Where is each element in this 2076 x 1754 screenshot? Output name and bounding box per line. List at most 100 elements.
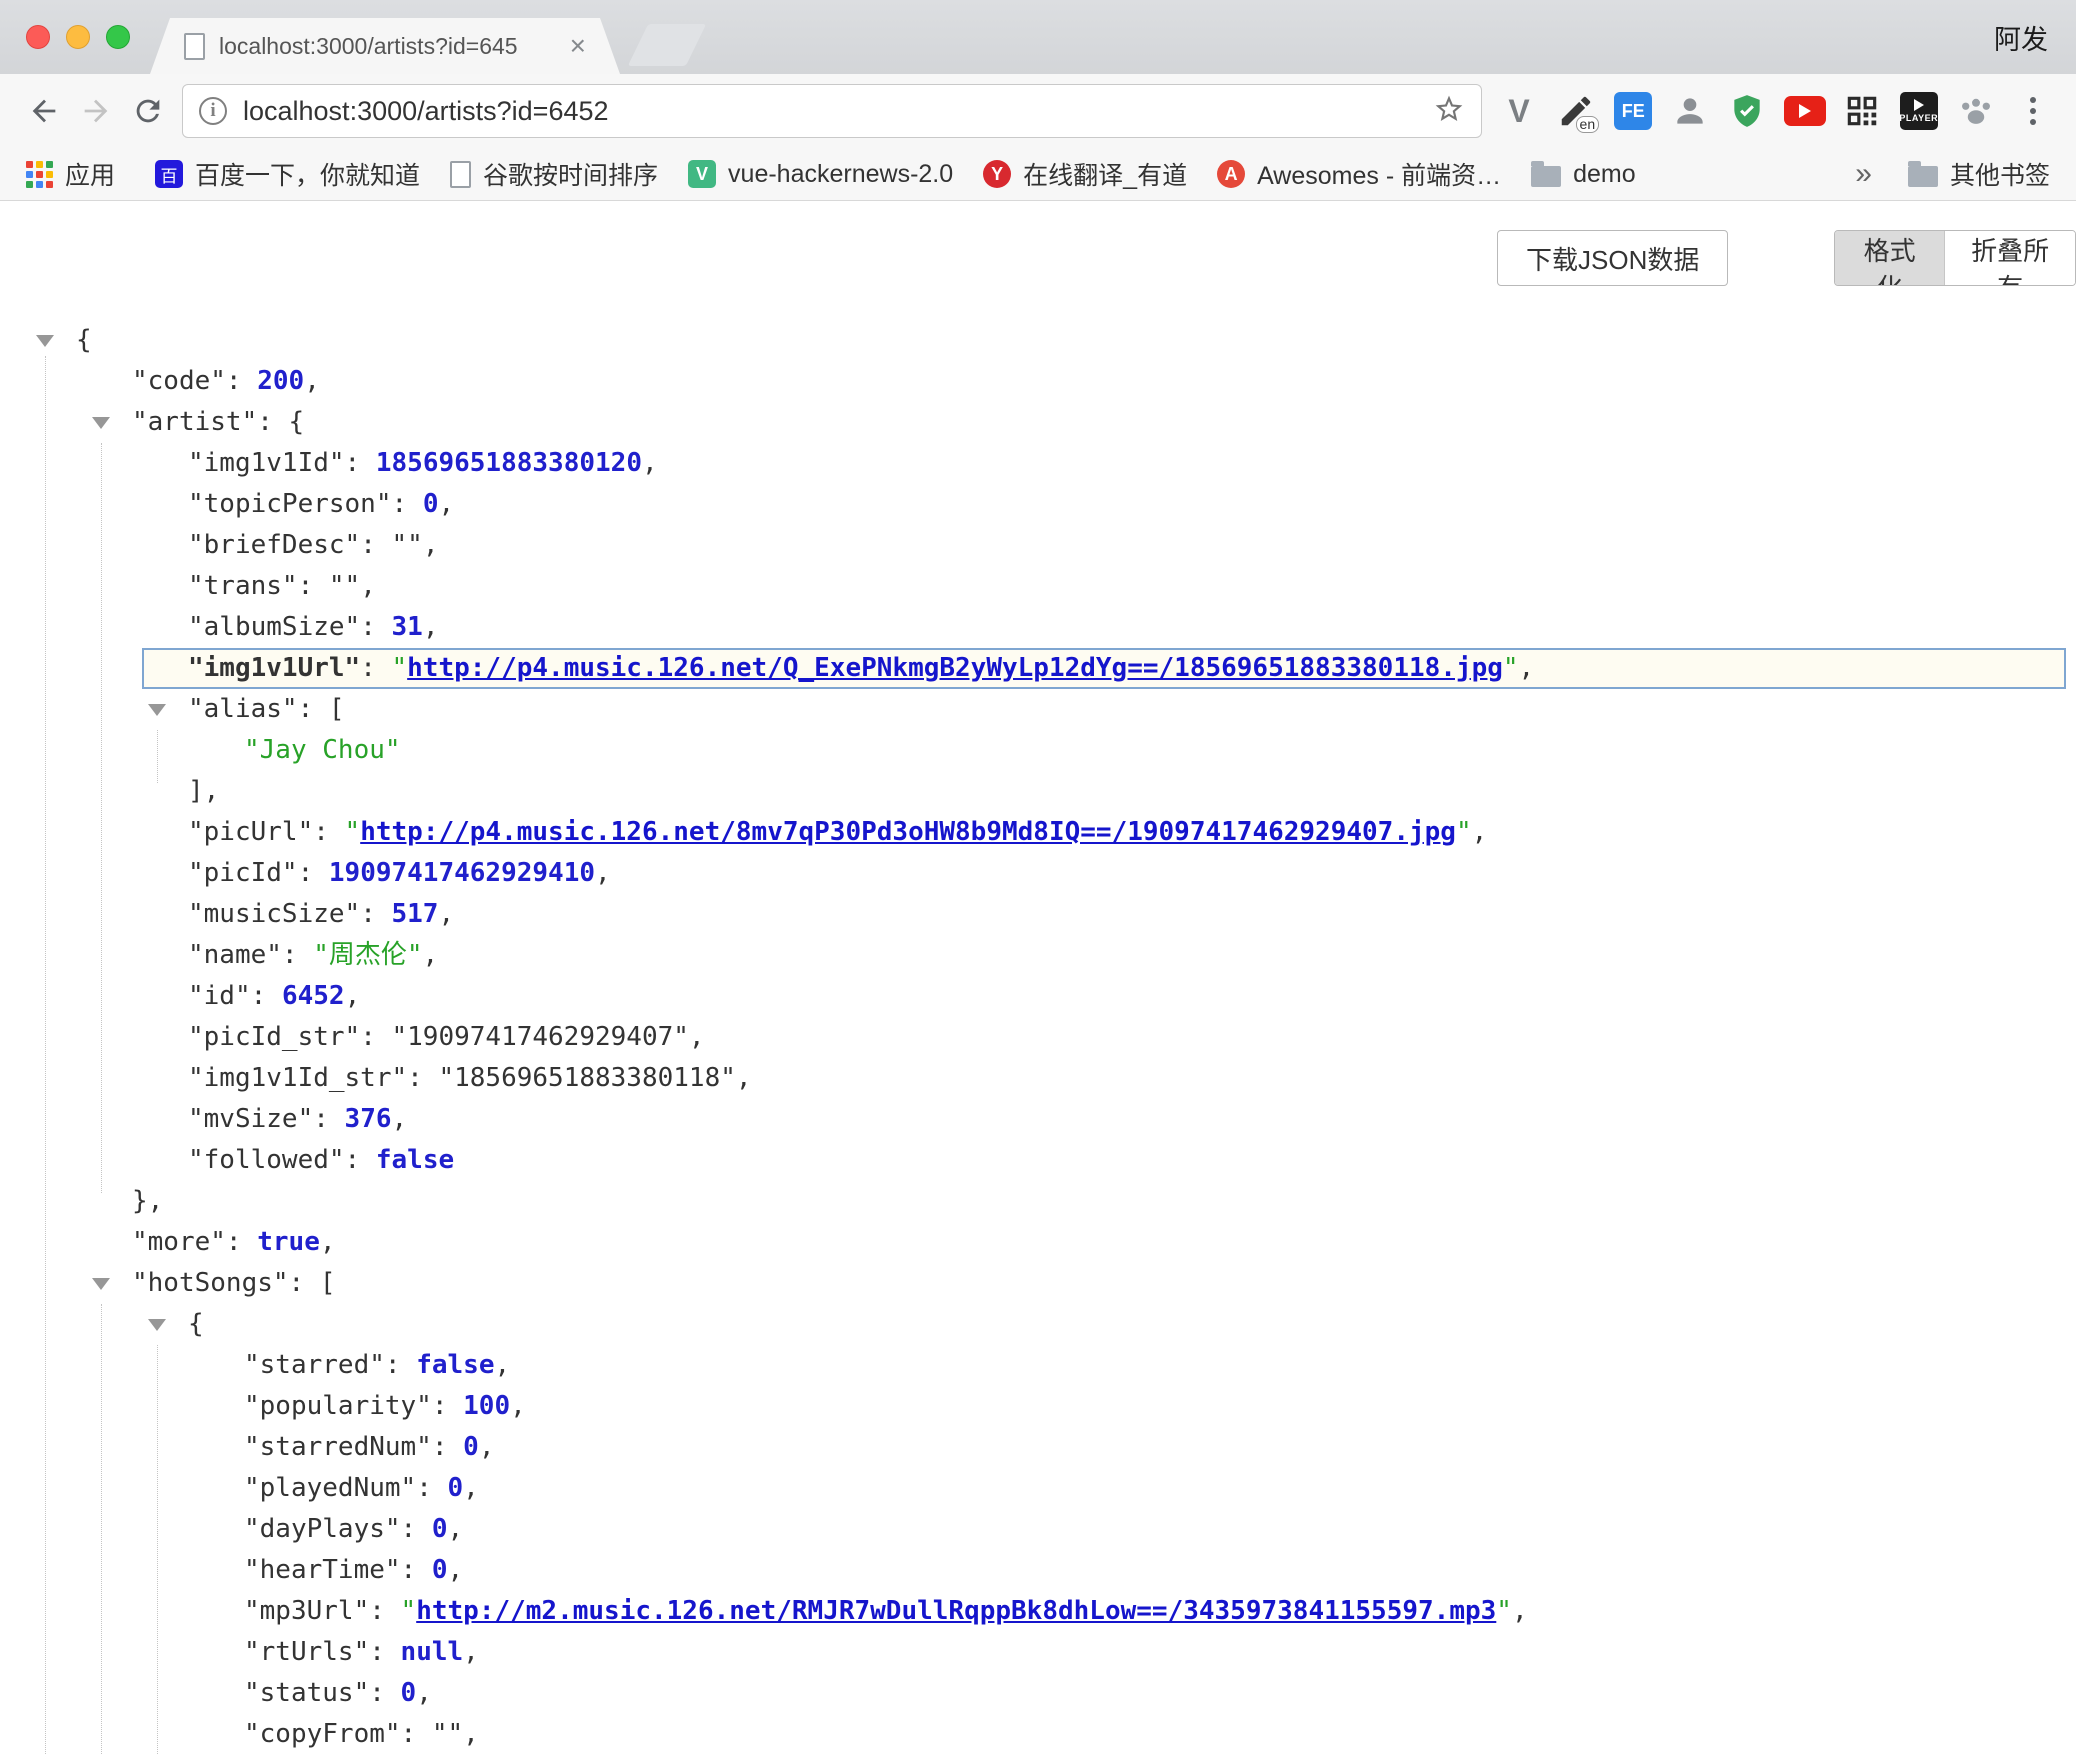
collapse-toggle-icon[interactable]: [36, 335, 54, 347]
indent-guide: [101, 443, 102, 1193]
json-url-link[interactable]: http://p4.music.126.net/8mv7qP30Pd3oHW8b…: [360, 817, 1456, 847]
collapse-toggle-icon[interactable]: [92, 417, 110, 429]
profile-person-extension-icon[interactable]: [1665, 85, 1715, 137]
download-json-button[interactable]: 下载JSON数据: [1497, 230, 1728, 286]
json-line: "popularity": 100,: [0, 1386, 2076, 1427]
collapse-toggle-icon[interactable]: [148, 1319, 166, 1331]
json-token-number: 200: [257, 366, 304, 396]
json-line: "rtUrls": null,: [0, 1632, 2076, 1673]
json-token-punct: ,: [360, 571, 376, 601]
json-url-link[interactable]: http://m2.music.126.net/RMJR7wDullRqppBk…: [416, 1596, 1496, 1626]
awesomes-favicon: A: [1217, 160, 1245, 188]
youtube-play-icon: [1784, 96, 1826, 126]
json-token-punct: ,: [1512, 1596, 1528, 1626]
bookmark-label: Awesomes - 前端资…: [1257, 156, 1501, 192]
bookmarks-overflow-icon[interactable]: »: [1855, 157, 1872, 191]
json-token-punct: ,: [463, 1719, 479, 1749]
json-token-literal: false: [376, 1145, 454, 1175]
json-token-punct: ,: [689, 1022, 705, 1052]
json-token-key: "id": [188, 981, 251, 1011]
json-token-punct: :: [369, 1596, 400, 1626]
close-window-button[interactable]: [26, 25, 50, 49]
translate-badge: en: [1576, 116, 1600, 133]
json-line: "mp3Url": "http://m2.music.126.net/RMJR7…: [0, 1591, 2076, 1632]
json-line: "alias": [: [0, 689, 2076, 730]
fe-extension-icon[interactable]: FE: [1608, 85, 1658, 137]
vimium-extension-icon[interactable]: V: [1494, 85, 1544, 137]
json-token-number: 18569651883380120: [376, 448, 642, 478]
bookmark-label: 百度一下，你就知道: [195, 156, 420, 192]
fe-glyph: FE: [1614, 92, 1652, 130]
bookmark-label: demo: [1573, 160, 1636, 189]
json-line: "picUrl": "http://p4.music.126.net/8mv7q…: [0, 812, 2076, 853]
json-token-punct: :: [298, 694, 329, 724]
json-token-key: "hearTime": [244, 1555, 401, 1585]
json-token-key: "starredNum": [244, 1432, 432, 1462]
reload-button[interactable]: [122, 85, 174, 137]
bookmark-item[interactable]: 谷歌按时间排序: [450, 156, 658, 192]
json-line: "albumSize": 31,: [0, 607, 2076, 648]
json-token-punct: ,: [392, 1104, 408, 1134]
json-token-number: 0: [448, 1473, 464, 1503]
json-token-punct: },: [132, 1186, 163, 1216]
collapse-toggle-icon[interactable]: [148, 704, 166, 716]
bookmark-item[interactable]: A Awesomes - 前端资…: [1217, 156, 1501, 192]
view-mode-group: 格式化 折叠所有: [1834, 230, 2076, 286]
bookmark-item[interactable]: Vvue-hackernews-2.0: [688, 160, 953, 189]
json-token-punct: ,: [423, 612, 439, 642]
json-token-punct: :: [401, 1514, 432, 1544]
other-bookmarks-folder[interactable]: 其他书签: [1908, 156, 2050, 192]
json-line: {: [0, 1304, 2076, 1345]
json-url-link[interactable]: http://p4.music.126.net/Q_ExePNkmgB2yWyL…: [407, 653, 1503, 683]
json-token-key: "topicPerson": [188, 489, 392, 519]
json-line: "hearTime": 0,: [0, 1550, 2076, 1591]
page-favicon: [450, 161, 471, 188]
json-token-punct: ,: [423, 940, 439, 970]
minimize-window-button[interactable]: [66, 25, 90, 49]
json-token-punct: [: [329, 694, 345, 724]
youtube-extension-icon[interactable]: [1780, 85, 1830, 137]
shield-extension-icon[interactable]: [1722, 85, 1772, 137]
vue-favicon: V: [688, 160, 716, 188]
profile-name[interactable]: 阿发: [1994, 0, 2048, 74]
collapse-toggle-icon[interactable]: [92, 1278, 110, 1290]
translate-pen-extension-icon[interactable]: en: [1551, 85, 1601, 137]
json-token-key: "img1v1Id": [188, 448, 345, 478]
bookmark-label: 谷歌按时间排序: [483, 156, 658, 192]
json-line: "img1v1Id_str": "18569651883380118",: [0, 1058, 2076, 1099]
json-token-string: "18569651883380118": [438, 1063, 735, 1093]
json-token-string: "19097417462929407": [392, 1022, 689, 1052]
site-info-icon[interactable]: i: [199, 97, 227, 125]
json-token-literal: null: [401, 1637, 464, 1667]
url-text[interactable]: localhost:3000/artists?id=6452: [243, 96, 1433, 127]
json-line: "trans": "",: [0, 566, 2076, 607]
paw-extension-icon[interactable]: [1951, 85, 2001, 137]
json-token-key: "img1v1Id_str": [188, 1063, 407, 1093]
format-button[interactable]: 格式化: [1835, 231, 1944, 285]
bookmark-item[interactable]: Y在线翻译_有道: [983, 156, 1187, 192]
json-token-key: "more": [132, 1227, 226, 1257]
browser-menu-icon[interactable]: [2008, 85, 2058, 137]
json-line-img1v1Url[interactable]: "img1v1Url": "http://p4.music.126.net/Q_…: [0, 648, 2076, 689]
bookmark-item[interactable]: demo: [1531, 160, 1636, 189]
json-token-string: "": [329, 571, 360, 601]
tab-close-icon[interactable]: ×: [570, 32, 586, 60]
forward-button[interactable]: [70, 85, 122, 137]
address-bar[interactable]: i localhost:3000/artists?id=6452: [182, 84, 1482, 138]
person-icon: [1671, 92, 1709, 130]
bookmark-item[interactable]: 百百度一下，你就知道: [155, 156, 420, 192]
active-tab[interactable]: localhost:3000/artists?id=645 ×: [150, 18, 620, 74]
bookmark-star-icon[interactable]: [1433, 93, 1465, 130]
json-token-punct: :: [226, 1227, 257, 1257]
fullscreen-window-button[interactable]: [106, 25, 130, 49]
indent-guide: [157, 730, 158, 783]
player-extension-icon[interactable]: PLAYER: [1894, 85, 1944, 137]
bookmark-label: 应用: [65, 156, 115, 192]
json-token-key: "picUrl": [188, 817, 313, 847]
qrcode-extension-icon[interactable]: [1837, 85, 1887, 137]
back-button[interactable]: [18, 85, 70, 137]
json-line: ],: [0, 771, 2076, 812]
collapse-all-button[interactable]: 折叠所有: [1944, 231, 2075, 285]
bookmark-apps[interactable]: 应用: [26, 156, 115, 192]
new-tab-button[interactable]: [628, 24, 706, 66]
